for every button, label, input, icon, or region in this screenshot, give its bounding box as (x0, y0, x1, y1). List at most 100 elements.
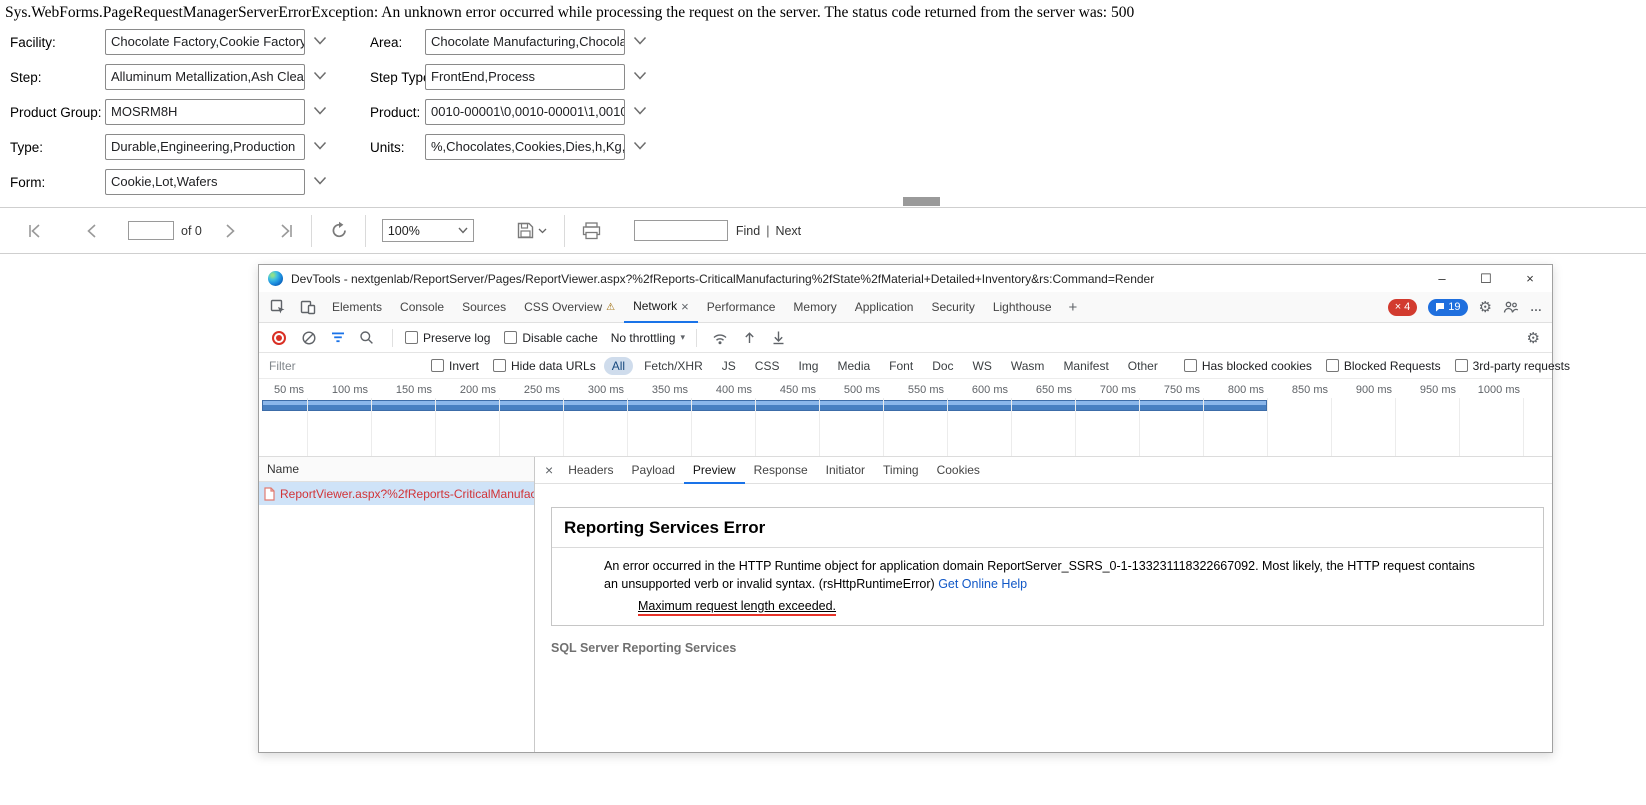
detail-tab-preview[interactable]: Preview (684, 457, 745, 484)
area-dropdown-button[interactable] (633, 36, 647, 46)
filter-type-css[interactable]: CSS (747, 357, 788, 375)
form-dropdown-button[interactable] (313, 176, 327, 186)
filter-type-manifest[interactable]: Manifest (1055, 357, 1116, 375)
add-tool-button[interactable]: + (1061, 299, 1086, 316)
print-button[interactable] (582, 222, 601, 240)
maximize-button[interactable]: ☐ (1464, 265, 1508, 292)
network-settings-gear-icon[interactable]: ⚙ (1527, 329, 1540, 347)
detail-tab-headers[interactable]: Headers (559, 457, 622, 484)
filter-type-media[interactable]: Media (829, 357, 878, 375)
timeline-gridline (1139, 398, 1140, 456)
filter-type-fetch-xhr[interactable]: Fetch/XHR (636, 357, 711, 375)
previous-page-button[interactable] (84, 224, 100, 238)
more-options-button[interactable]: … (1530, 300, 1542, 314)
step-type-dropdown-button[interactable] (633, 71, 647, 81)
blocked-requests-checkbox[interactable] (1326, 359, 1339, 372)
network-overview-bar[interactable] (262, 400, 1267, 411)
filter-type-font[interactable]: Font (881, 357, 921, 375)
facility-dropdown-button[interactable] (313, 36, 327, 46)
filter-type-ws[interactable]: WS (965, 357, 1000, 375)
network-overview[interactable]: 50 ms100 ms150 ms200 ms250 ms300 ms350 m… (259, 379, 1552, 457)
type-input[interactable]: Durable,Engineering,Production (105, 134, 305, 160)
tab-application[interactable]: Application (846, 292, 923, 323)
units-dropdown-button[interactable] (633, 141, 647, 151)
export-button[interactable] (517, 222, 547, 239)
name-column-header[interactable]: Name (259, 457, 534, 482)
filter-toggle-button[interactable] (324, 331, 352, 344)
filter-type-doc[interactable]: Doc (924, 357, 961, 375)
last-page-button[interactable] (278, 224, 294, 238)
horizontal-scrollbar-thumb[interactable] (903, 197, 940, 206)
filter-type-js[interactable]: JS (714, 357, 744, 375)
tab-sources[interactable]: Sources (453, 292, 515, 323)
step-input[interactable]: Alluminum Metallization,Ash Clear (105, 64, 305, 90)
get-online-help-link[interactable]: Get Online Help (938, 577, 1027, 591)
export-har-button[interactable] (764, 330, 793, 345)
facility-input[interactable]: Chocolate Factory,Cookie Factory,I (105, 29, 305, 55)
first-page-button[interactable] (27, 224, 43, 238)
step-dropdown-button[interactable] (313, 71, 327, 81)
find-link[interactable]: Find (736, 224, 760, 238)
timeline-tick-label: 700 ms (1100, 384, 1136, 396)
filter-type-other[interactable]: Other (1120, 357, 1166, 375)
tab-console[interactable]: Console (391, 292, 453, 323)
form-input[interactable]: Cookie,Lot,Wafers (105, 169, 305, 195)
throttling-select[interactable]: No throttling ▾ (611, 331, 685, 345)
search-button[interactable] (352, 330, 381, 345)
tab-elements[interactable]: Elements (323, 292, 391, 323)
issues-bubble-icon (1435, 302, 1445, 312)
error-count-badge[interactable]: ×4 (1388, 299, 1418, 316)
tab-security[interactable]: Security (922, 292, 983, 323)
clear-button[interactable] (294, 330, 324, 346)
zoom-select[interactable]: 100% (382, 219, 474, 242)
page-number-input[interactable] (128, 221, 174, 240)
detail-tab-cookies[interactable]: Cookies (928, 457, 989, 484)
import-har-button[interactable] (735, 330, 764, 345)
search-icon (359, 330, 374, 345)
step-type-input[interactable]: FrontEnd,Process (425, 64, 625, 90)
filter-input[interactable] (269, 357, 419, 374)
detail-tab-response[interactable]: Response (745, 457, 817, 484)
network-conditions-button[interactable] (705, 331, 735, 345)
close-icon[interactable]: × (681, 299, 689, 314)
inspect-element-button[interactable] (263, 299, 293, 315)
issues-count-badge[interactable]: 19 (1428, 299, 1467, 316)
area-input[interactable]: Chocolate Manufacturing,Chocola (425, 29, 625, 55)
product-dropdown-button[interactable] (633, 106, 647, 116)
detail-tab-payload[interactable]: Payload (623, 457, 684, 484)
invert-checkbox[interactable] (431, 359, 444, 372)
next-link[interactable]: Next (775, 224, 801, 238)
detail-tab-timing[interactable]: Timing (874, 457, 928, 484)
type-dropdown-button[interactable] (313, 141, 327, 151)
product-input[interactable]: 0010-00001\0,0010-00001\1,0010 (425, 99, 625, 125)
preserve-log-checkbox[interactable] (405, 331, 418, 344)
disable-cache-label: Disable cache (522, 331, 597, 345)
filter-type-wasm[interactable]: Wasm (1003, 357, 1053, 375)
detail-tab-initiator[interactable]: Initiator (817, 457, 874, 484)
has-blocked-cookies-checkbox[interactable] (1184, 359, 1197, 372)
close-window-button[interactable]: × (1508, 265, 1552, 292)
filter-type-img[interactable]: Img (790, 357, 826, 375)
filter-type-all[interactable]: All (604, 357, 633, 375)
record-button[interactable] (272, 331, 286, 345)
find-input[interactable] (634, 220, 728, 241)
product-group-dropdown-button[interactable] (313, 106, 327, 116)
tab-performance[interactable]: Performance (698, 292, 785, 323)
third-party-checkbox[interactable] (1455, 359, 1468, 372)
tab-css-overview[interactable]: CSS Overview⚠ (515, 292, 624, 323)
tab-lighthouse[interactable]: Lighthouse (984, 292, 1061, 323)
minimize-button[interactable]: – (1420, 265, 1464, 292)
dock-side-icon[interactable] (1503, 300, 1519, 314)
settings-gear-icon[interactable]: ⚙ (1479, 298, 1492, 316)
next-page-button[interactable] (222, 224, 238, 238)
close-detail-icon[interactable]: × (545, 462, 553, 478)
refresh-button[interactable] (330, 221, 349, 240)
tab-memory[interactable]: Memory (784, 292, 845, 323)
product-group-input[interactable]: MOSRM8H (105, 99, 305, 125)
device-toolbar-button[interactable] (293, 299, 323, 315)
request-row[interactable]: ReportViewer.aspx?%2fReports-CriticalMan… (259, 482, 534, 505)
hide-data-urls-checkbox[interactable] (493, 359, 506, 372)
disable-cache-checkbox[interactable] (504, 331, 517, 344)
units-input[interactable]: %,Chocolates,Cookies,Dies,h,Kg,m (425, 134, 625, 160)
tab-network[interactable]: Network× (624, 292, 698, 323)
